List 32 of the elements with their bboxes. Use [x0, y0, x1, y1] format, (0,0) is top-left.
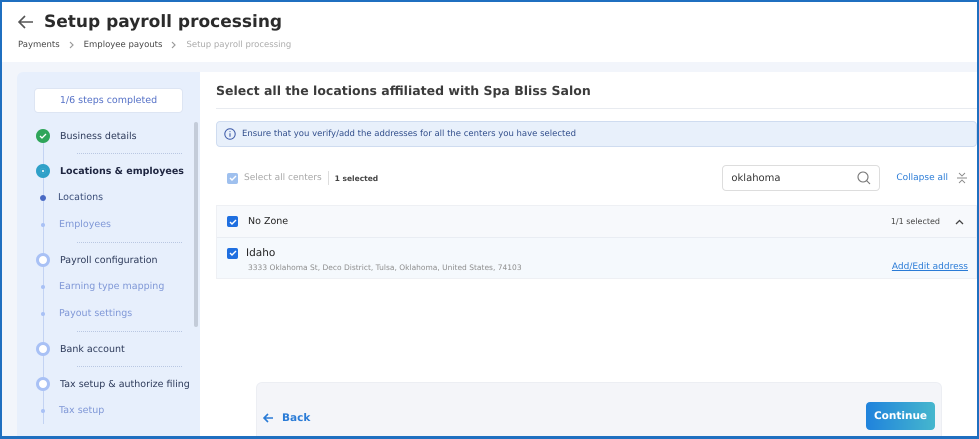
scrollbar[interactable]: [194, 122, 198, 327]
checkbox[interactable]: [227, 248, 238, 258]
step-label[interactable]: Tax setup & authorize filing: [60, 378, 190, 390]
add-edit-address-link[interactable]: Add/Edit address: [892, 262, 968, 272]
step-label[interactable]: Payroll configuration: [60, 254, 158, 266]
breadcrumb-link[interactable]: Employee payouts: [84, 40, 162, 50]
back-link[interactable]: Back: [263, 412, 310, 430]
step-label[interactable]: Bank account: [60, 344, 125, 354]
center-name: Idaho: [246, 247, 276, 259]
step-label[interactable]: Business details: [60, 130, 137, 142]
chevron-right-icon: [171, 41, 178, 49]
chevron-right-icon: [68, 41, 75, 49]
search-field[interactable]: oklahoma: [722, 165, 880, 191]
page-title: Setup payroll processing: [44, 12, 282, 32]
zone-name: No Zone: [248, 216, 288, 227]
search-icon: [857, 171, 872, 185]
info-text: Ensure that you verify/add the addresses for all the centers you have selected: [242, 129, 576, 139]
zone-header[interactable]: No Zone 1/1 selected: [217, 206, 976, 238]
zone-selected-count: 1/1 selected: [890, 217, 940, 226]
section-title: Select all the locations affiliated with Spa Bliss Salon: [216, 72, 977, 109]
breadcrumb-link[interactable]: Payments: [18, 40, 60, 50]
step-label[interactable]: Locations & employees: [60, 166, 184, 176]
chevron-up-icon[interactable]: [955, 218, 964, 224]
collapse-icon[interactable]: [957, 172, 967, 184]
back-arrow-icon: [263, 413, 274, 423]
substep-label[interactable]: Locations: [58, 192, 104, 203]
back-arrow-icon[interactable]: [18, 15, 34, 29]
progress-indicator: 1/6 steps completed: [34, 88, 183, 113]
select-all-label: Select all centers: [244, 173, 322, 183]
info-icon: [224, 128, 236, 140]
checkbox[interactable]: [227, 216, 238, 227]
collapse-all-link[interactable]: Collapse all: [896, 173, 948, 183]
